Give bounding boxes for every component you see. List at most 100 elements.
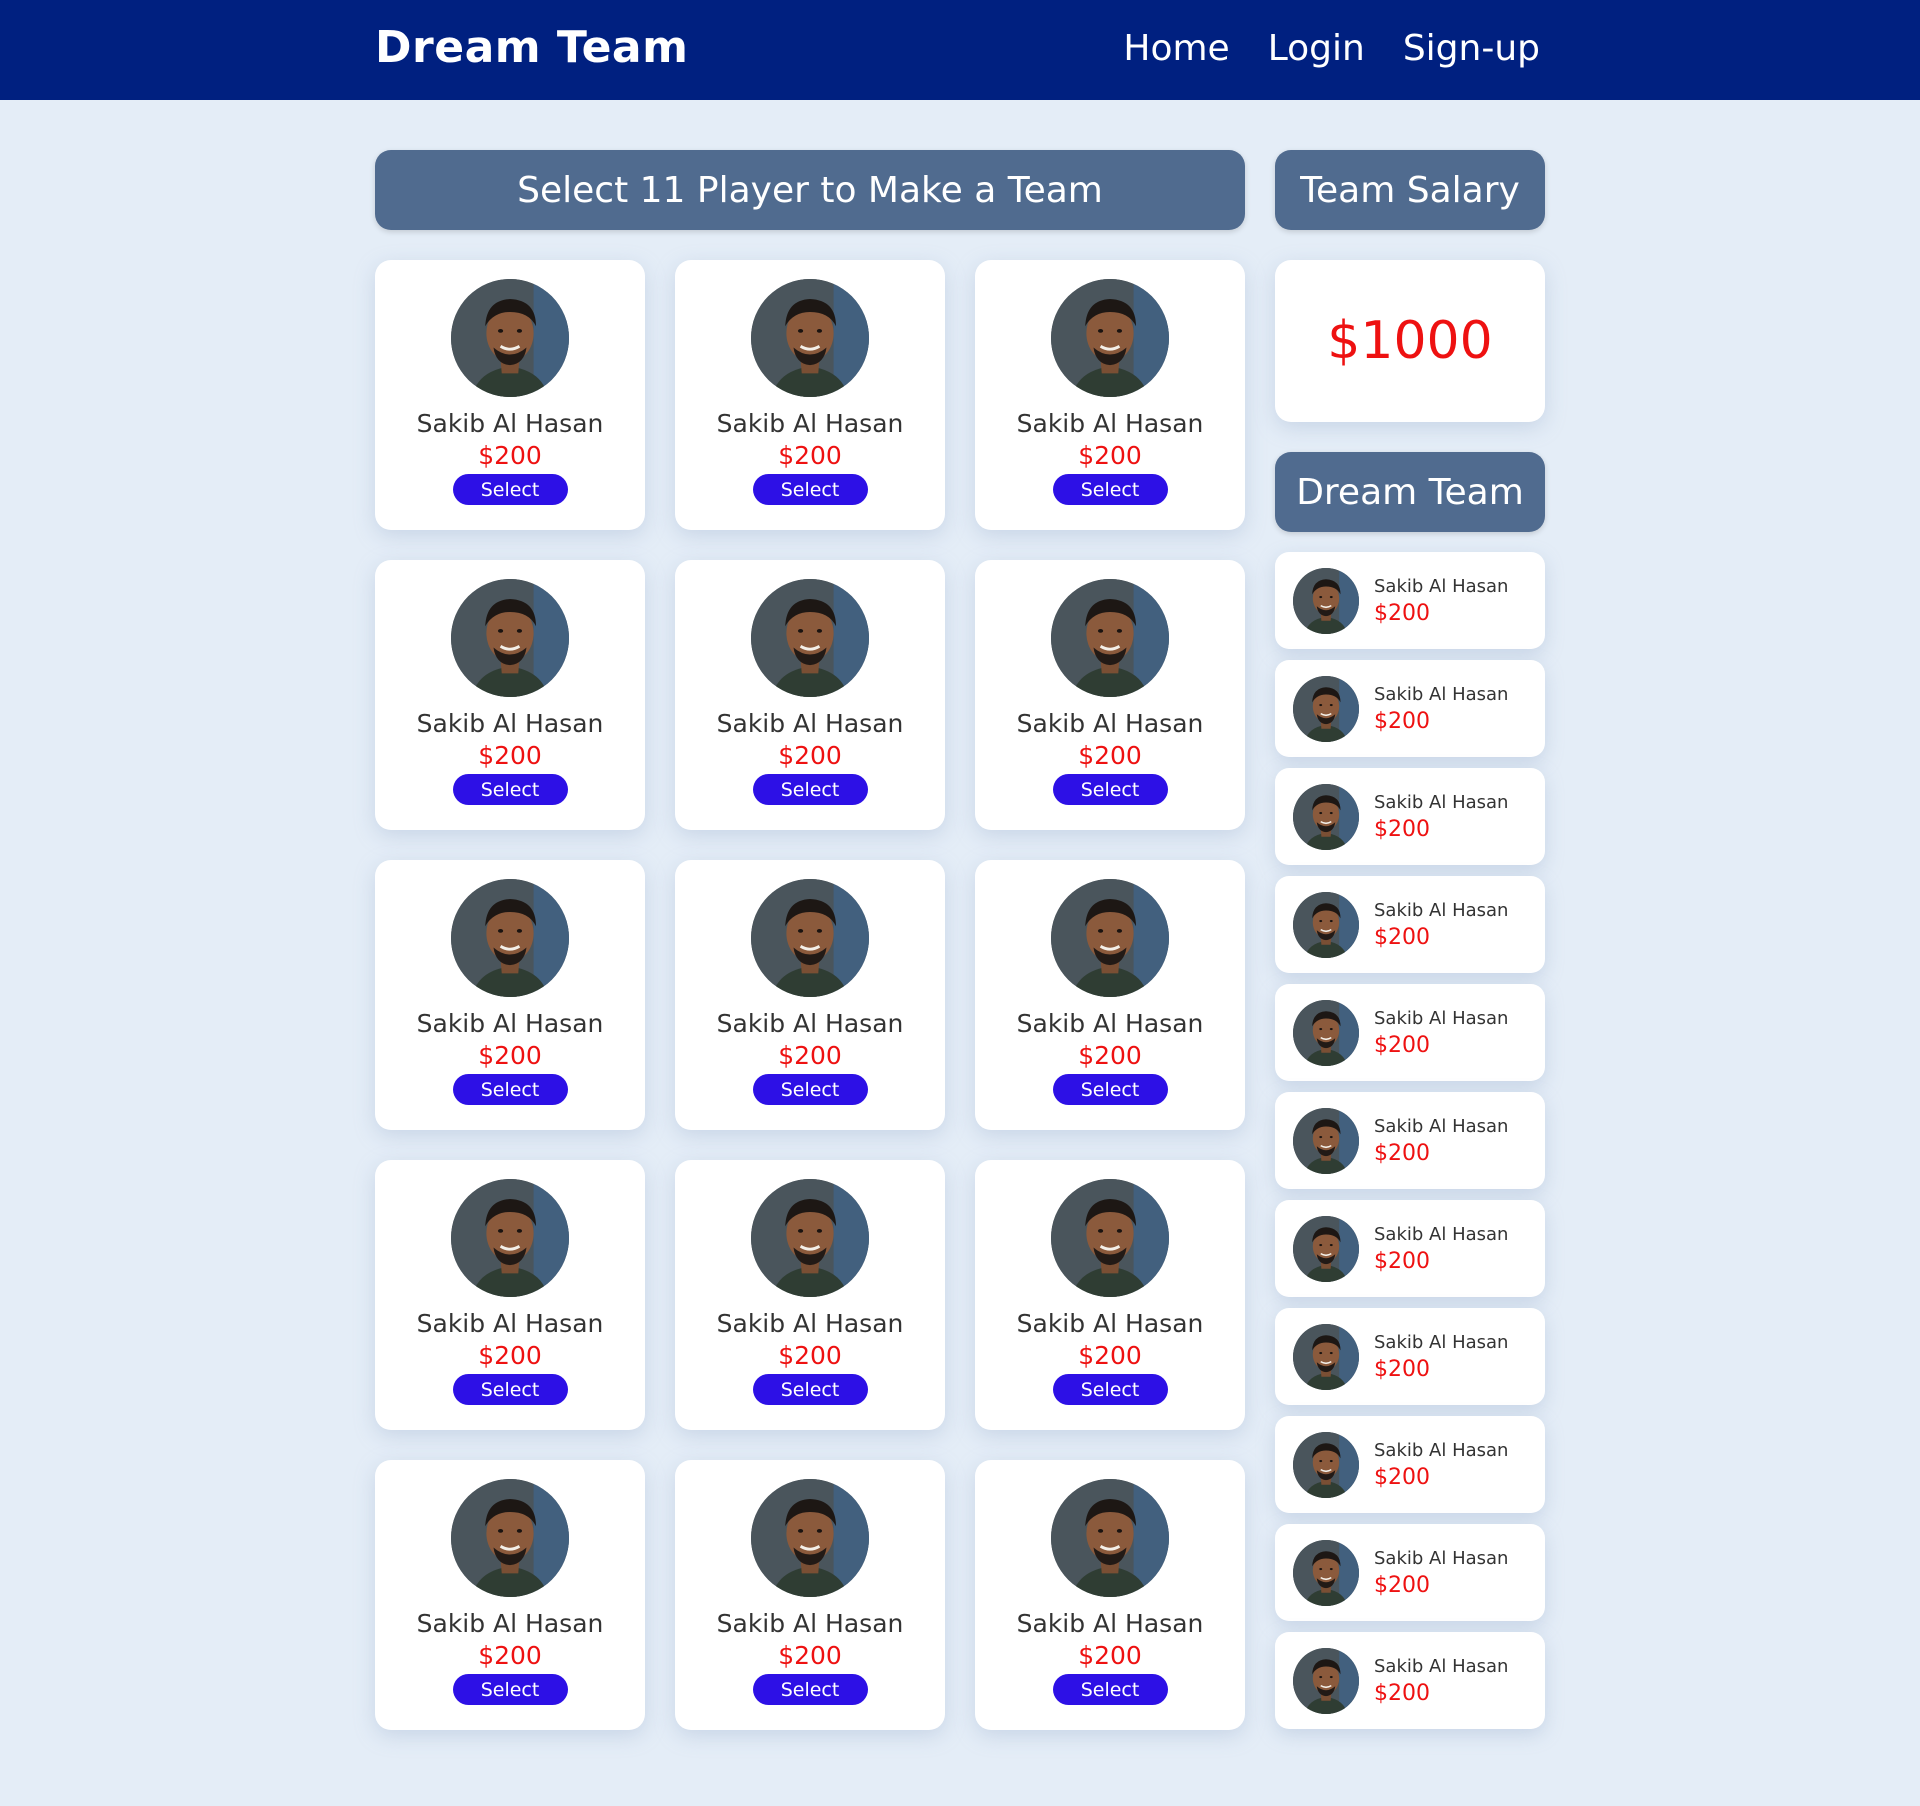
dream-team-member: Sakib Al Hasan $200 xyxy=(1275,876,1545,973)
player-photo-icon xyxy=(1051,579,1169,697)
select-button[interactable]: Select xyxy=(452,1374,568,1405)
player-grid: Sakib Al Hasan $200 Select Sakib Al Hasa… xyxy=(375,260,1245,1730)
select-button[interactable]: Select xyxy=(752,774,868,805)
player-price: $200 xyxy=(478,1341,542,1370)
select-button[interactable]: Select xyxy=(452,774,568,805)
player-card: Sakib Al Hasan $200 Select xyxy=(675,560,945,830)
select-button[interactable]: Select xyxy=(452,1674,568,1705)
select-button[interactable]: Select xyxy=(1052,1674,1168,1705)
team-salary-amount: $1000 xyxy=(1275,260,1545,422)
player-price: $200 xyxy=(478,741,542,770)
dream-team-member: Sakib Al Hasan $200 xyxy=(1275,1308,1545,1405)
player-photo-icon xyxy=(1293,1539,1359,1606)
dream-team-member: Sakib Al Hasan $200 xyxy=(1275,1092,1545,1189)
member-info: Sakib Al Hasan $200 xyxy=(1374,1224,1508,1274)
nav-link-home[interactable]: Home xyxy=(1123,28,1229,69)
select-button[interactable]: Select xyxy=(752,474,868,505)
player-photo-icon xyxy=(1293,1647,1359,1714)
player-photo-icon xyxy=(751,1179,869,1297)
dream-team-member: Sakib Al Hasan $200 xyxy=(1275,984,1545,1081)
nav-link-login[interactable]: Login xyxy=(1268,28,1365,69)
member-name: Sakib Al Hasan xyxy=(1374,1547,1509,1569)
member-info: Sakib Al Hasan $200 xyxy=(1374,900,1508,950)
player-name: Sakib Al Hasan xyxy=(416,1309,604,1338)
player-name: Sakib Al Hasan xyxy=(1016,1009,1204,1038)
player-photo-icon xyxy=(1293,675,1359,742)
member-info: Sakib Al Hasan $200 xyxy=(1374,1008,1508,1058)
member-price: $200 xyxy=(1374,1680,1430,1706)
brand-logo[interactable]: Dream Team xyxy=(375,22,688,73)
member-price: $200 xyxy=(1374,1032,1430,1058)
player-price: $200 xyxy=(1078,1641,1142,1670)
member-info: Sakib Al Hasan $200 xyxy=(1374,1656,1508,1706)
player-name: Sakib Al Hasan xyxy=(416,1609,604,1638)
player-name: Sakib Al Hasan xyxy=(716,409,904,438)
member-info: Sakib Al Hasan $200 xyxy=(1374,792,1508,842)
member-price: $200 xyxy=(1374,1464,1430,1490)
member-name: Sakib Al Hasan xyxy=(1374,575,1509,597)
dream-team-member: Sakib Al Hasan $200 xyxy=(1275,768,1545,865)
select-button[interactable]: Select xyxy=(752,1374,868,1405)
player-photo-icon xyxy=(751,1479,869,1597)
player-photo-icon xyxy=(1051,1479,1169,1597)
player-price: $200 xyxy=(778,441,842,470)
player-price: $200 xyxy=(1078,741,1142,770)
nav-link-signup[interactable]: Sign-up xyxy=(1403,28,1540,69)
member-name: Sakib Al Hasan xyxy=(1374,683,1509,705)
player-card: Sakib Al Hasan $200 Select xyxy=(375,1460,645,1730)
select-button[interactable]: Select xyxy=(752,1074,868,1105)
player-photo-icon xyxy=(751,879,869,997)
member-price: $200 xyxy=(1374,924,1430,950)
player-photo-icon xyxy=(1293,1107,1359,1174)
select-button[interactable]: Select xyxy=(452,1074,568,1105)
player-price: $200 xyxy=(778,1641,842,1670)
player-photo-icon xyxy=(751,579,869,697)
player-photo-icon xyxy=(451,579,569,697)
member-info: Sakib Al Hasan $200 xyxy=(1374,1116,1508,1166)
member-price: $200 xyxy=(1374,1356,1430,1382)
dream-team-member: Sakib Al Hasan $200 xyxy=(1275,660,1545,757)
navbar: Dream Team Home Login Sign-up xyxy=(0,0,1920,100)
select-button[interactable]: Select xyxy=(1052,1074,1168,1105)
main-content: Select 11 Player to Make a Team Sakib Al… xyxy=(375,150,1545,1730)
member-price: $200 xyxy=(1374,708,1430,734)
select-button[interactable]: Select xyxy=(452,474,568,505)
player-card: Sakib Al Hasan $200 Select xyxy=(675,260,945,530)
member-name: Sakib Al Hasan xyxy=(1374,899,1509,921)
player-price: $200 xyxy=(478,1641,542,1670)
member-info: Sakib Al Hasan $200 xyxy=(1374,1332,1508,1382)
player-photo-icon xyxy=(451,1179,569,1297)
select-button[interactable]: Select xyxy=(752,1674,868,1705)
select-button[interactable]: Select xyxy=(1052,1374,1168,1405)
player-price: $200 xyxy=(778,741,842,770)
player-photo-icon xyxy=(1293,567,1359,634)
player-card: Sakib Al Hasan $200 Select xyxy=(975,1460,1245,1730)
player-photo-icon xyxy=(451,879,569,997)
select-button[interactable]: Select xyxy=(1052,474,1168,505)
player-name: Sakib Al Hasan xyxy=(1016,409,1204,438)
member-name: Sakib Al Hasan xyxy=(1374,1007,1509,1029)
player-card: Sakib Al Hasan $200 Select xyxy=(975,260,1245,530)
player-photo-icon xyxy=(1293,999,1359,1066)
dream-team-heading: Dream Team xyxy=(1275,452,1545,532)
player-card: Sakib Al Hasan $200 Select xyxy=(975,560,1245,830)
player-photo-icon xyxy=(1051,879,1169,997)
player-name: Sakib Al Hasan xyxy=(1016,1609,1204,1638)
member-info: Sakib Al Hasan $200 xyxy=(1374,1548,1508,1598)
player-price: $200 xyxy=(778,1041,842,1070)
player-price: $200 xyxy=(1078,1041,1142,1070)
dream-team-member: Sakib Al Hasan $200 xyxy=(1275,1632,1545,1729)
player-photo-icon xyxy=(1293,891,1359,958)
member-info: Sakib Al Hasan $200 xyxy=(1374,684,1508,734)
dream-team-member: Sakib Al Hasan $200 xyxy=(1275,1200,1545,1297)
member-info: Sakib Al Hasan $200 xyxy=(1374,576,1508,626)
dream-team-list: Sakib Al Hasan $200 Sakib Al Hasan $200 xyxy=(1275,552,1545,1729)
dream-team-member: Sakib Al Hasan $200 xyxy=(1275,552,1545,649)
player-card: Sakib Al Hasan $200 Select xyxy=(375,860,645,1130)
select-button[interactable]: Select xyxy=(1052,774,1168,805)
player-price: $200 xyxy=(478,1041,542,1070)
players-section: Select 11 Player to Make a Team Sakib Al… xyxy=(375,150,1245,1730)
player-photo-icon xyxy=(1293,783,1359,850)
player-name: Sakib Al Hasan xyxy=(1016,1309,1204,1338)
player-name: Sakib Al Hasan xyxy=(716,1309,904,1338)
